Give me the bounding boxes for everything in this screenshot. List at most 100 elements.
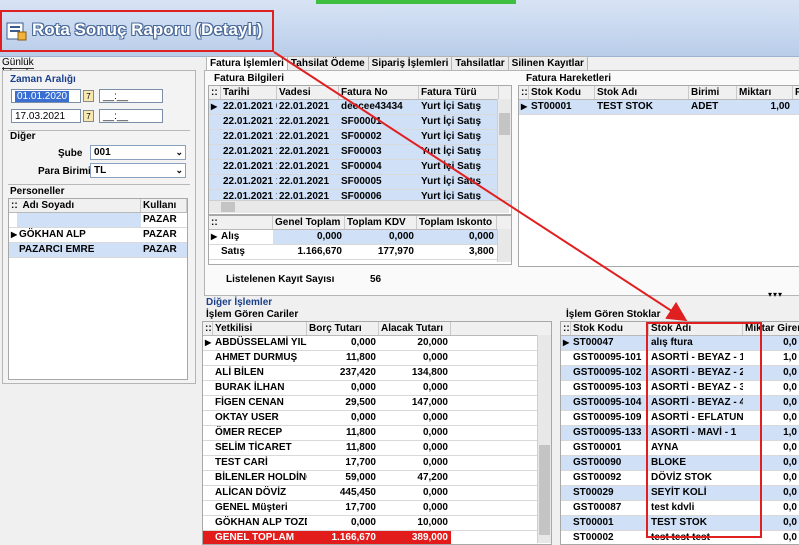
invoice-type: Yurt İçi Satış xyxy=(421,146,482,157)
table-row[interactable]: Satış 1.166,670 177,970 3,800 xyxy=(209,245,511,260)
staff-user: PAZAR xyxy=(143,244,177,255)
table-row[interactable]: 22.01.2021 1 22.01.2021 SF00003 Yurt İçi Sa… xyxy=(209,145,511,160)
table-row[interactable]: 22.01.2021 1 22.01.2021 SF00002 Yurt İçi Sa… xyxy=(209,130,511,145)
invoice-vscroll[interactable] xyxy=(497,99,511,200)
table-row[interactable]: ▶ ST00001 TEST STOK ADET 1,00 xyxy=(519,100,799,115)
table-row[interactable]: TEST CARİ 17,700 0,000 xyxy=(203,456,551,471)
col-alacak-tutari[interactable]: Alacak Tutarı xyxy=(379,322,451,335)
table-row[interactable]: AHMET DURMUŞ 11,800 0,000 xyxy=(203,351,551,366)
col-fatura-no[interactable]: Fatura No xyxy=(339,86,419,99)
table-row[interactable]: ALİ BİLEN 237,420 134,800 xyxy=(203,366,551,381)
account-name: ALİ BİLEN xyxy=(215,367,264,378)
account-name: BURAK İLHAN xyxy=(215,382,285,393)
col-toplam-iskonto[interactable]: Toplam Iskonto xyxy=(417,216,497,229)
unit: ADET xyxy=(691,101,719,112)
table-row[interactable]: ▶ GÖKHAN ALP PAZAR xyxy=(9,228,187,243)
col-tarihi[interactable]: Tarihi xyxy=(221,86,277,99)
col-genel-toplam[interactable]: Genel Toplam xyxy=(273,216,345,229)
end-time-input[interactable]: __:__ xyxy=(99,109,163,123)
start-date-input[interactable]: 01.01.2020 xyxy=(11,89,81,103)
debit-amount: 237,420 xyxy=(339,367,376,378)
invoice-hscroll[interactable] xyxy=(209,200,509,213)
table-row[interactable]: ÖMER RECEP 11,800 0,000 xyxy=(203,426,551,441)
table-row[interactable]: ▶ 22.01.2021 0 22.01.2021 deecee43434 Yurt İ… xyxy=(209,100,511,115)
table-row[interactable]: PAZARCI EMRE PAZAR xyxy=(9,243,187,258)
table-row[interactable]: ALİCAN DÖVİZ 445,450 0,000 xyxy=(203,486,551,501)
grid-menu-icon[interactable]: :: xyxy=(203,322,213,335)
col-birimi[interactable]: Birimi xyxy=(689,86,737,99)
table-row[interactable]: GENEL Müşteri 17,700 0,000 xyxy=(203,501,551,516)
row-pointer-icon: ▶ xyxy=(563,338,570,347)
table-row[interactable]: OKTAY USER 0,000 0,000 xyxy=(203,411,551,426)
col-stok-kodu[interactable]: Stok Kodu xyxy=(529,86,595,99)
col-f[interactable]: F xyxy=(793,86,799,99)
invoice-date: 22.01.2021 0 xyxy=(223,101,277,112)
end-date-input[interactable]: 17.03.2021 xyxy=(11,109,81,123)
tab-tahsilat-odeme[interactable]: Tahsilat Ödeme xyxy=(286,56,369,70)
col-borc-tutari[interactable]: Borç Tutarı xyxy=(307,322,379,335)
tab-siparis-islemleri[interactable]: Sipariş İşlemleri xyxy=(367,56,453,70)
grid-menu-icon[interactable]: :: xyxy=(561,322,571,335)
staff-label: Personeller xyxy=(10,186,65,197)
collapse-handle-icon[interactable]: ▾▾▾ xyxy=(768,290,783,299)
col-fatura-turu[interactable]: Fatura Türü xyxy=(419,86,499,99)
chevron-down-icon: ⌄ xyxy=(175,165,183,175)
table-row[interactable]: 22.01.2021 1 22.01.2021 SF00005 Yurt İçi Sa… xyxy=(209,175,511,190)
table-row[interactable]: BİLENLER HOLDİNG 59,000 47,200 xyxy=(203,471,551,486)
table-row[interactable]: PAZAR xyxy=(9,213,187,228)
staff-user: PAZAR xyxy=(143,214,177,225)
col-stok-adi[interactable]: Stok Adı xyxy=(595,86,689,99)
accounts-vscroll[interactable] xyxy=(537,335,551,543)
calendar-icon[interactable]: 7 xyxy=(83,110,94,122)
col-adi-soyadi[interactable]: :: Adı Soyadı xyxy=(9,199,141,212)
calendar-icon[interactable]: 7 xyxy=(83,90,94,102)
table-row[interactable]: ▶ABDÜSSELAMİ YILDIII 0,000 20,000 xyxy=(203,336,551,351)
debit-amount: 11,800 xyxy=(345,352,376,363)
stock-code: GST00095-101 xyxy=(573,352,642,363)
debit-amount: 0,000 xyxy=(350,517,376,528)
staff-name xyxy=(17,213,141,227)
start-time-input[interactable]: __:__ xyxy=(99,89,163,103)
grid-menu-icon[interactable]: :: xyxy=(519,86,529,99)
invoice-date: 22.01.2021 1 xyxy=(223,161,277,172)
account-name: FİGEN CENAN xyxy=(215,397,284,408)
table-row[interactable]: 22.01.2021 1 22.01.2021 SF00004 Yurt İçi Sa… xyxy=(209,160,511,175)
table-row[interactable]: SELİM TİCARET 11,800 0,000 xyxy=(203,441,551,456)
stock-code: ST00047 xyxy=(573,337,614,348)
tab-silinen-kayitlar[interactable]: Silinen Kayıtlar xyxy=(507,56,588,70)
invoice-date: 22.01.2021 1 xyxy=(223,176,277,187)
quantity: 1,00 xyxy=(770,101,790,112)
table-row[interactable]: GÖKHAN ALP TOZDAN 0,000 10,000 xyxy=(203,516,551,531)
col-toplam-kdv[interactable]: Toplam KDV xyxy=(345,216,417,229)
debit-amount: 0,000 xyxy=(350,412,376,423)
credit-amount: 0,000 xyxy=(422,352,448,363)
staff-grid-header: :: Adı Soyadı Kullanı xyxy=(9,199,187,213)
invoice-grid: :: Tarihi Vadesi Fatura No Fatura Türü ▶… xyxy=(208,85,512,215)
stock-name: TEST STOK xyxy=(597,101,653,112)
invoice-type: Yurt İçi Satış xyxy=(421,176,482,187)
grid-menu-icon[interactable]: :: xyxy=(209,86,221,99)
credit-amount: 147,000 xyxy=(411,397,448,408)
account-name: ALİCAN DÖVİZ xyxy=(215,487,287,498)
currency-select[interactable]: TL ⌄ xyxy=(90,163,186,178)
staff-user: PAZAR xyxy=(143,229,177,240)
col-vadesi[interactable]: Vadesi xyxy=(277,86,339,99)
grid-menu-icon: :: xyxy=(209,216,273,229)
tab-fatura-islemleri[interactable]: Fatura İşlemleri xyxy=(206,56,288,70)
col-miktari[interactable]: Miktarı xyxy=(737,86,793,99)
stock-code: GST00095-103 xyxy=(573,382,642,393)
col-yetkilisi[interactable]: Yetkilisi xyxy=(213,322,307,335)
table-row[interactable]: 22.01.2021 1 22.01.2021 SF00001 Yurt İçi Sa… xyxy=(209,115,511,130)
tab-gunluk-islemler[interactable]: Günlük İşlemler xyxy=(2,57,70,80)
totals-value: 1.166,670 xyxy=(297,246,343,257)
tab-tahsilatlar[interactable]: Tahsilatlar xyxy=(451,56,509,70)
table-row[interactable]: ▶ Alış 0,000 0,000 0,000 xyxy=(209,230,511,245)
totals-vscroll[interactable] xyxy=(497,229,511,262)
table-row[interactable]: BURAK İLHAN 0,000 0,000 xyxy=(203,381,551,396)
col-kullanici[interactable]: Kullanı xyxy=(141,199,187,212)
invoice-moves-grid: :: Stok Kodu Stok Adı Birimi Miktarı F ▶… xyxy=(518,85,799,267)
col-stok-kodu[interactable]: Stok Kodu xyxy=(571,322,649,335)
table-row[interactable]: FİGEN CENAN 29,500 147,000 xyxy=(203,396,551,411)
branch-select[interactable]: 001 ⌄ xyxy=(90,145,186,160)
stock-code: ST00001 xyxy=(573,517,614,528)
